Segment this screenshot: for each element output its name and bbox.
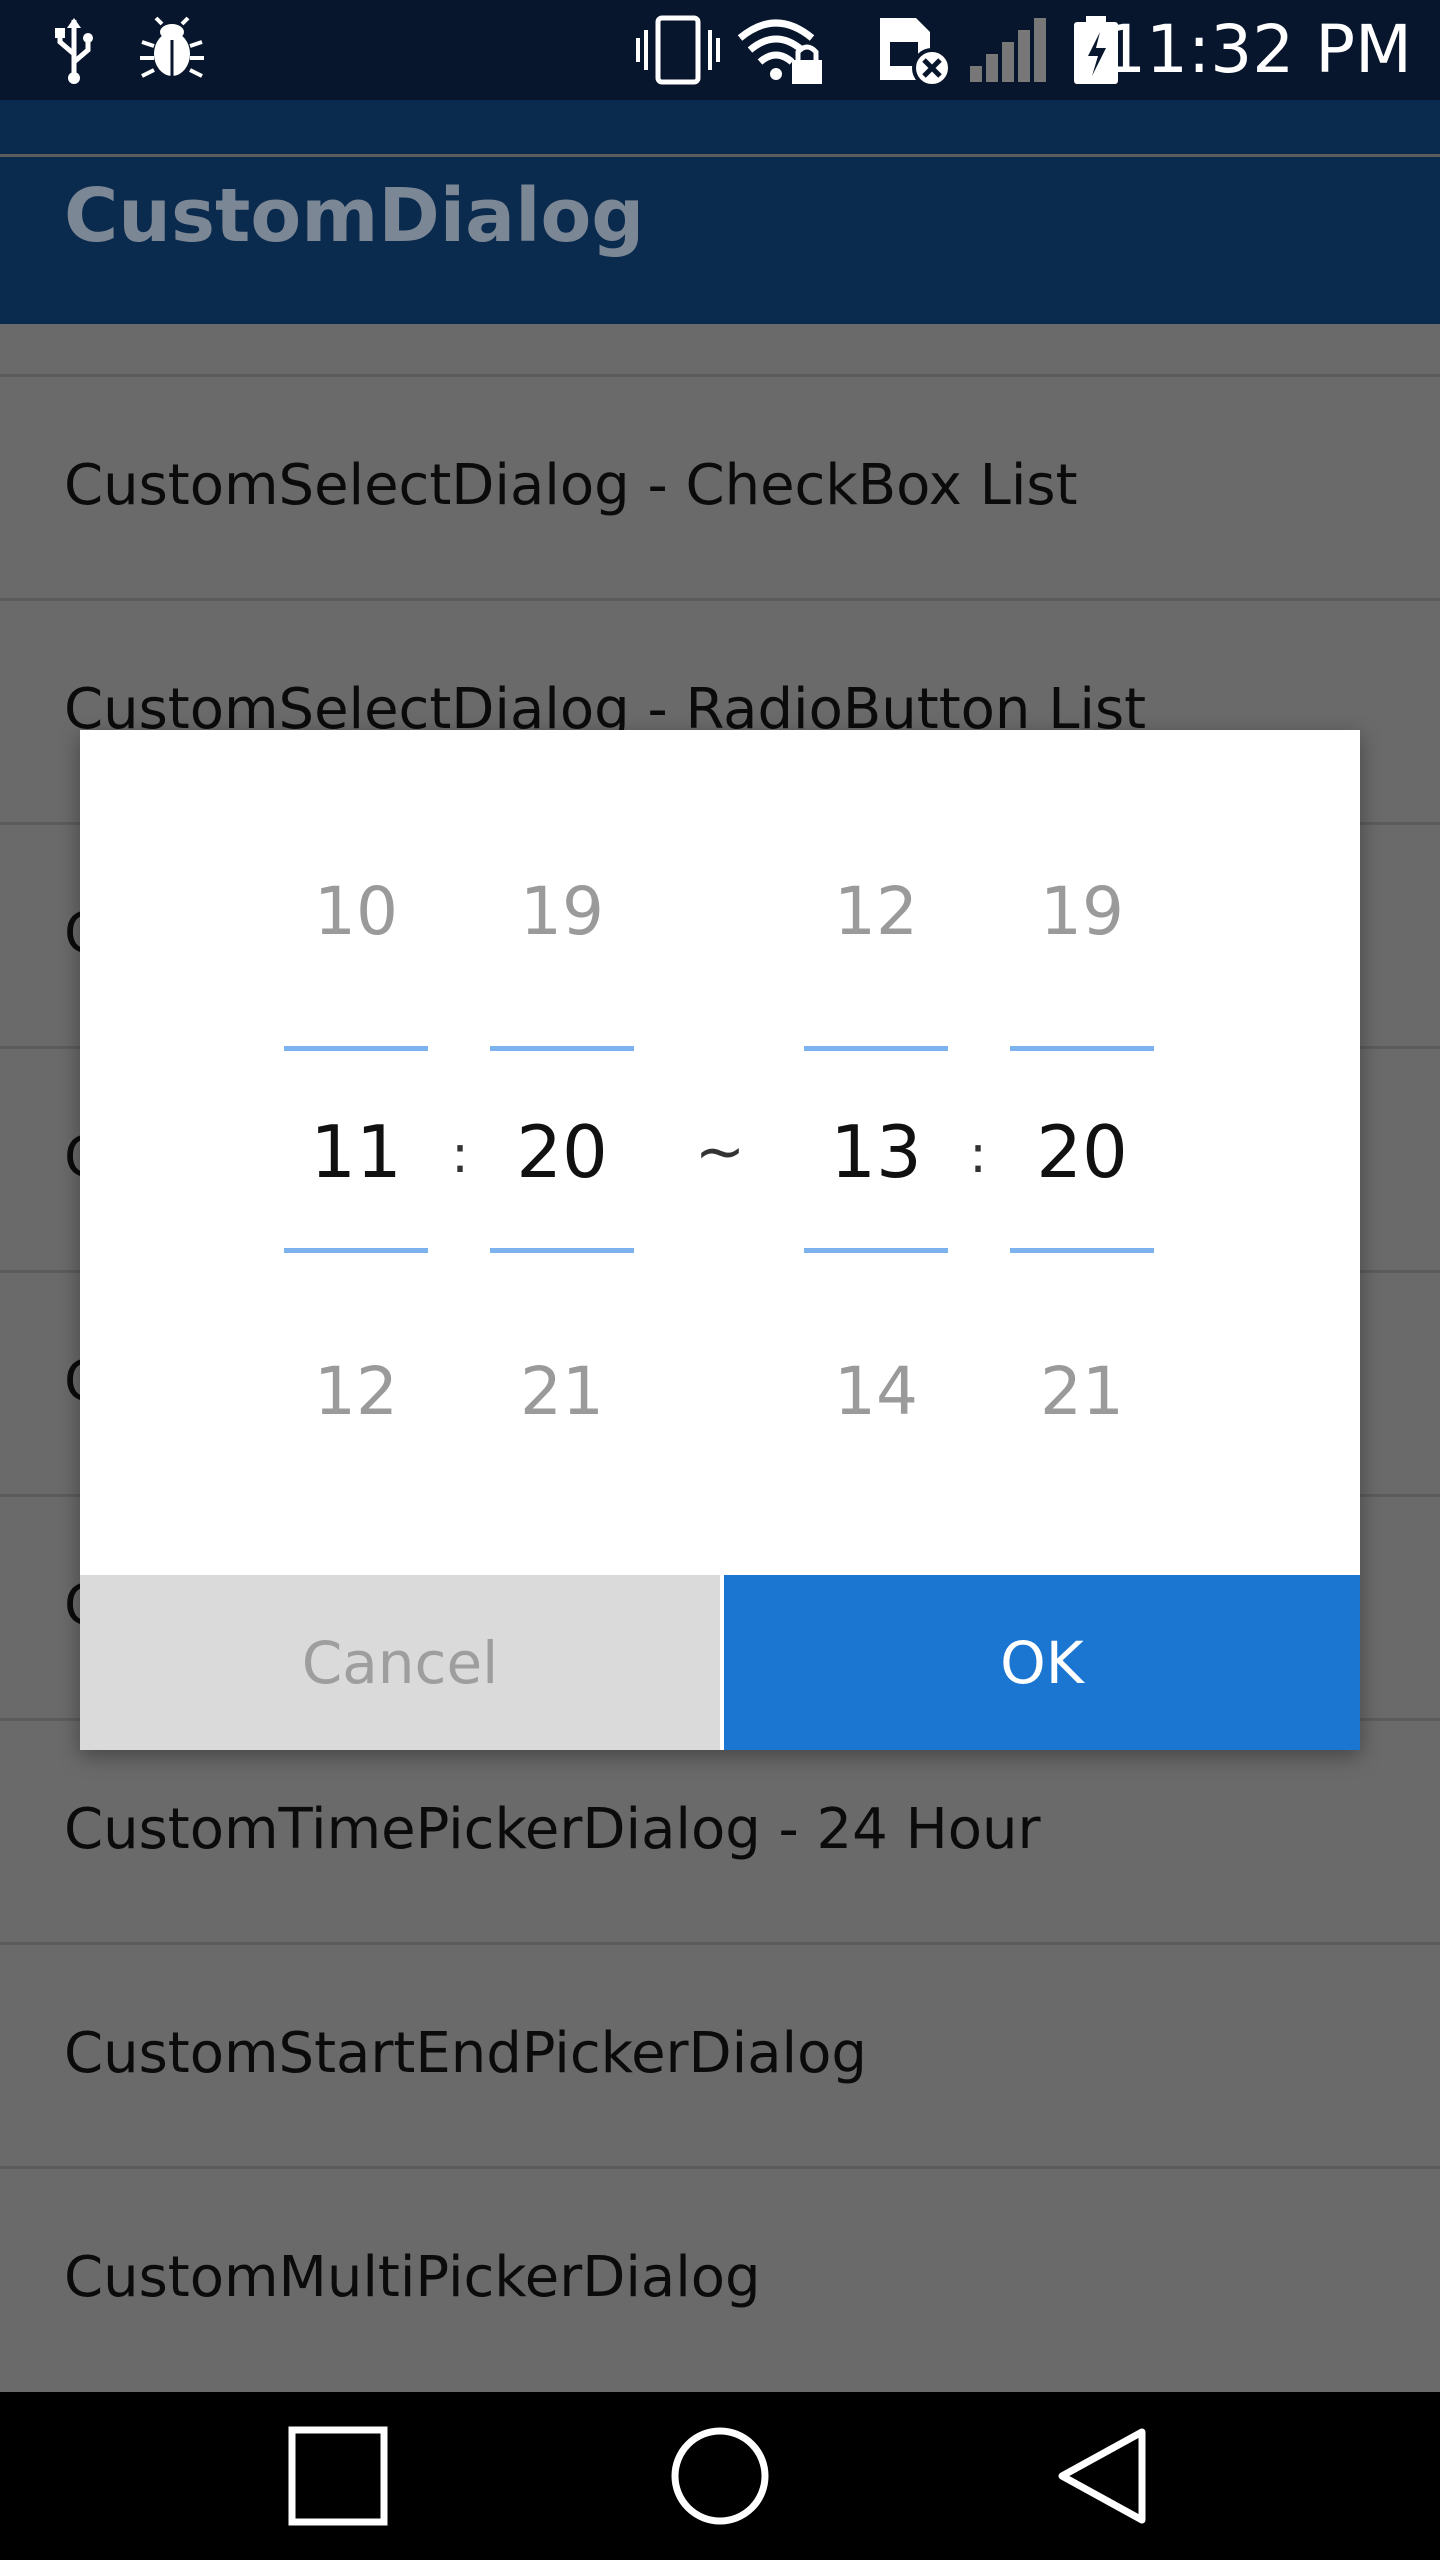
bug-icon [140,16,204,78]
divider [804,1046,948,1051]
end-hour-prev[interactable]: 12 [804,872,948,952]
list-item-label: CustomMultiPickerDialog [64,2245,761,2310]
sim-error-icon [880,18,952,86]
time-separator: : [451,1125,469,1185]
range-separator: ~ [694,1117,746,1187]
start-minute-prev[interactable]: 19 [490,872,634,952]
end-minute-value[interactable]: 20 [1010,1112,1154,1192]
recents-icon [288,2426,388,2526]
end-hour-next[interactable]: 14 [804,1352,948,1432]
start-minute-next[interactable]: 21 [490,1352,634,1432]
list-item[interactable]: CustomMultiPickerDialog [0,2166,1440,2388]
time-separator: : [969,1125,987,1185]
usb-icon [55,18,93,84]
wifi-lock-icon [737,19,822,84]
home-button[interactable] [640,2392,800,2560]
back-button[interactable] [1022,2392,1182,2560]
list-item-label: CustomTimePickerDialog - 24 Hour [64,1797,1041,1862]
cancel-button[interactable]: Cancel [80,1575,720,1750]
list-item[interactable]: CustomStartEndPickerDialog [0,1942,1440,2164]
end-hour-value[interactable]: 13 [804,1112,948,1192]
end-minute-prev[interactable]: 19 [1010,872,1154,952]
ok-button[interactable]: OK [724,1575,1360,1750]
start-hour-value[interactable]: 11 [284,1112,428,1192]
divider [284,1046,428,1051]
clock: 11:32 PM [1104,11,1412,88]
home-icon [671,2427,769,2525]
back-icon [1058,2428,1146,2524]
start-hour-next[interactable]: 12 [284,1352,428,1432]
divider [1010,1248,1154,1253]
vibrate-icon [636,15,720,85]
start-hour-picker[interactable]: 10 11 12 [284,730,428,1570]
end-hour-picker[interactable]: 12 13 14 [804,730,948,1570]
list-item[interactable]: CustomTimePickerDialog - 24 Hour [0,1718,1440,1940]
list-item-label: CustomStartEndPickerDialog [64,2021,867,2086]
signal-icon [970,18,1046,82]
divider [284,1248,428,1253]
start-minute-value[interactable]: 20 [490,1112,634,1192]
list-item[interactable] [0,154,1440,376]
divider [1010,1046,1154,1051]
recents-button[interactable] [258,2392,418,2560]
end-minute-next[interactable]: 21 [1010,1352,1154,1432]
status-bar: 11:32 PM [0,0,1440,100]
start-minute-picker[interactable]: 19 20 21 [490,730,634,1570]
list-item-label: CustomSelectDialog - CheckBox List [64,453,1078,518]
end-minute-picker[interactable]: 19 20 21 [1010,730,1154,1570]
divider [490,1046,634,1051]
list-item[interactable]: CustomSelectDialog - CheckBox List [0,374,1440,596]
navigation-bar [0,2392,1440,2560]
divider [804,1248,948,1253]
start-hour-prev[interactable]: 10 [284,872,428,952]
divider [490,1248,634,1253]
time-range-picker-dialog: 10 11 12 : 19 20 21 ~ 12 13 14 : 19 20 2… [80,730,1360,1750]
